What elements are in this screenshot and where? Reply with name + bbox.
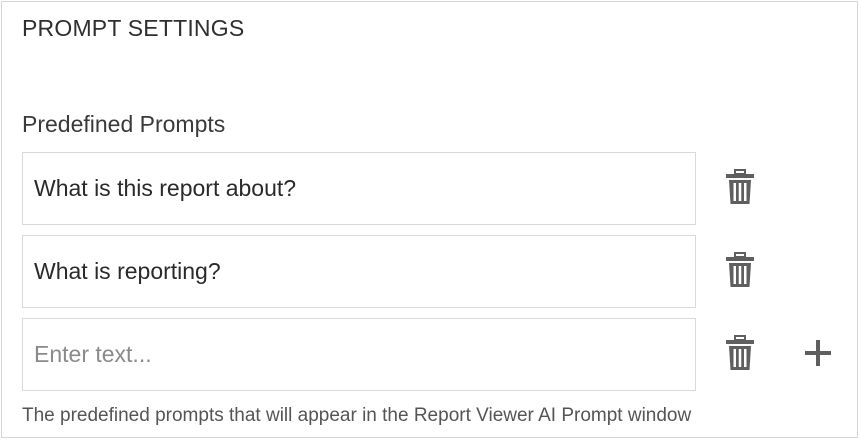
- predefined-prompts-help-text: The predefined prompts that will appear …: [22, 405, 692, 426]
- delete-prompt-3-button[interactable]: [722, 334, 758, 376]
- trash-icon: [725, 168, 755, 210]
- add-prompt-button[interactable]: [800, 336, 836, 374]
- trash-icon: [725, 251, 755, 293]
- prompt-settings-panel: PROMPT SETTINGS Predefined Prompts What …: [1, 1, 858, 438]
- prompt-row-2: [22, 235, 857, 308]
- trash-icon: [725, 334, 755, 376]
- prompt-input-1[interactable]: [22, 152, 696, 225]
- plus-icon: [804, 339, 832, 372]
- predefined-prompts-label: Predefined Prompts: [22, 111, 226, 137]
- delete-prompt-2-button[interactable]: [722, 251, 758, 293]
- new-prompt-input[interactable]: [22, 318, 696, 391]
- section-title: PROMPT SETTINGS: [22, 15, 245, 41]
- delete-prompt-1-button[interactable]: [722, 168, 758, 210]
- prompt-row-3: [22, 318, 857, 391]
- prompt-row-1: [22, 152, 857, 225]
- prompt-input-2[interactable]: [22, 235, 696, 308]
